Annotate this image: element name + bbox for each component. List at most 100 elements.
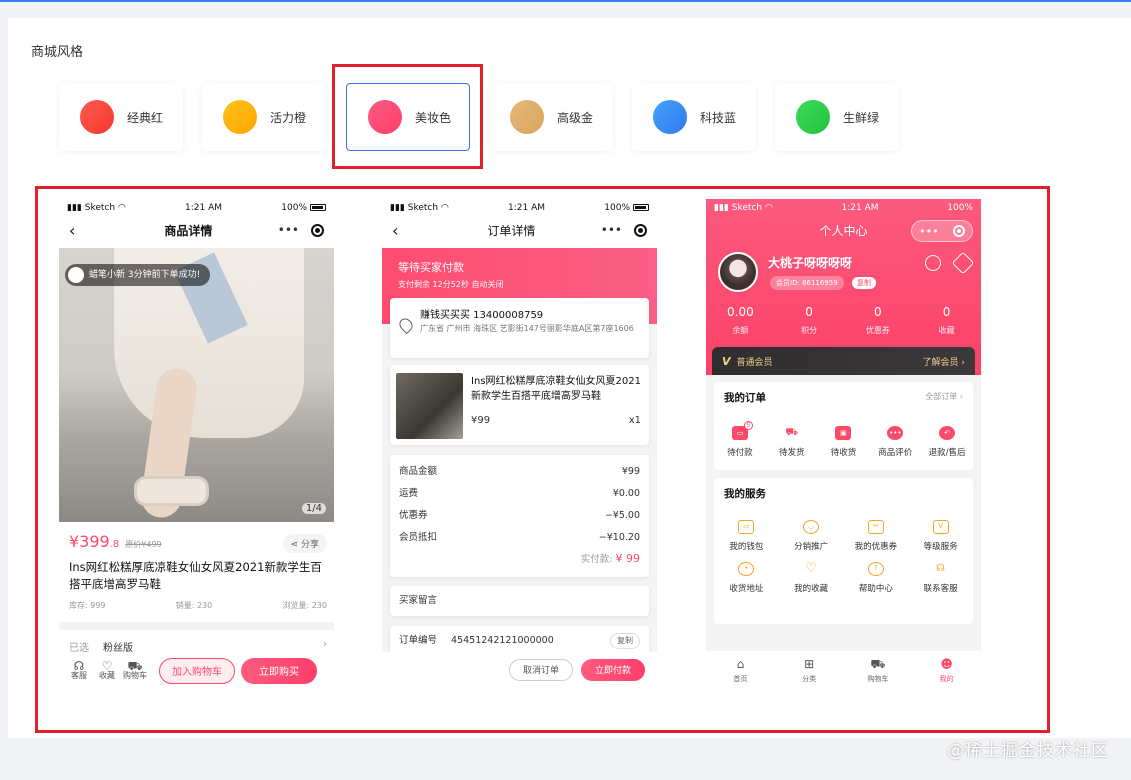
selected-label: 已选 bbox=[69, 643, 89, 654]
order-refund[interactable]: ↶ 退款/售后 bbox=[921, 426, 973, 458]
theme-option-vital-orange[interactable]: 活力橙 bbox=[202, 83, 326, 151]
nav-bar: ‹ 商品详情 ••• bbox=[59, 217, 334, 243]
more-dots-icon[interactable]: ••• bbox=[919, 225, 938, 238]
order-pending-payment[interactable]: ▭ 5 待付款 bbox=[714, 421, 766, 458]
divider bbox=[59, 622, 334, 630]
copy-button[interactable]: 复制 bbox=[610, 633, 640, 649]
theme-option-premium-gold[interactable]: 高级金 bbox=[489, 83, 613, 151]
share-button[interactable]: ⋖ 分享 bbox=[282, 534, 327, 553]
asset-balance[interactable]: 0.00 余额 bbox=[706, 305, 775, 336]
section-title: 商城风格 bbox=[31, 45, 84, 60]
wifi-icon: ◠ bbox=[440, 203, 449, 213]
favorite-button[interactable]: ♡ 收藏 bbox=[93, 660, 121, 681]
asset-points[interactable]: 0 积分 bbox=[775, 305, 844, 336]
order-status-title: 等待买家付款 bbox=[398, 261, 464, 274]
buy-now-button[interactable]: 立即购买 bbox=[241, 657, 317, 684]
buyer-address: 广东省 广州市 海珠区 艺影街147号丽影华庭A区第7座1606 bbox=[420, 324, 634, 333]
carrier: Sketch bbox=[407, 203, 439, 213]
spec-selector[interactable]: 已选 粉丝版 › bbox=[69, 639, 327, 654]
close-target-icon[interactable] bbox=[311, 223, 324, 237]
service-level[interactable]: V 等级服务 bbox=[908, 520, 973, 552]
total-label: 实付款: bbox=[580, 554, 616, 565]
asset-coupons[interactable]: 0 优惠券 bbox=[844, 305, 913, 336]
heart-icon: ♡ bbox=[805, 561, 817, 576]
avatar bbox=[68, 267, 84, 283]
service-wallet[interactable]: ▭ 我的钱包 bbox=[714, 520, 779, 552]
mini-program-capsule[interactable]: ••• bbox=[911, 220, 973, 242]
theme-option-classic-red[interactable]: 经典红 bbox=[59, 83, 183, 151]
service-label: 收货地址 bbox=[729, 584, 764, 594]
tab-label: 购物车 bbox=[867, 675, 889, 683]
address-card[interactable]: 赚钱买买买 13400008759 广东省 广州市 海珠区 艺影街147号丽影华… bbox=[390, 298, 649, 358]
price-main: ¥399 bbox=[69, 532, 110, 551]
service-label: 客服 bbox=[71, 670, 87, 680]
more-dots-icon[interactable]: ••• bbox=[601, 223, 622, 237]
add-to-cart-button[interactable]: 加入购物车 bbox=[159, 657, 235, 684]
theme-option-tech-blue[interactable]: 科技蓝 bbox=[632, 83, 756, 151]
pay-now-button[interactable]: 立即付款 bbox=[581, 658, 645, 681]
wallet-icon: ▭ 5 bbox=[731, 421, 753, 440]
vip-icon: V bbox=[722, 354, 731, 368]
buyer-message[interactable]: 买家留言 bbox=[390, 586, 649, 616]
bottom-action-bar: ☊ 客服 ♡ 收藏 ⛟ 购物车 加入购物车 立即购买 bbox=[59, 654, 334, 687]
product-image[interactable]: 蜡笔小新 3分钟前下单成功! 1/4 bbox=[59, 248, 334, 522]
color-swatch bbox=[80, 100, 114, 134]
order-pending-receipt[interactable]: ▣ 待收货 bbox=[818, 426, 870, 458]
settings-icon[interactable] bbox=[951, 251, 975, 275]
order-status-countdown: 支付剩余 12分52秒 自动关闭 bbox=[398, 280, 504, 289]
original-price: 原价¥499 bbox=[125, 540, 162, 549]
more-dots-icon[interactable]: ••• bbox=[278, 223, 299, 237]
image-pager: 1/4 bbox=[301, 503, 326, 514]
order-pending-shipment[interactable]: ⛟ 待发货 bbox=[766, 426, 818, 458]
service-favorites[interactable]: ♡ 我的收藏 bbox=[779, 561, 844, 595]
service-affiliate[interactable]: ◡ 分销推广 bbox=[779, 520, 844, 552]
highlight-frame-theme bbox=[332, 64, 483, 169]
vip-more-link[interactable]: 了解会员 › bbox=[923, 355, 965, 368]
status-time: 1:21 AM bbox=[841, 203, 879, 213]
tab-category[interactable]: ⊞ 分类 bbox=[775, 651, 844, 687]
asset-value: 0 bbox=[942, 305, 951, 319]
fee-summary: 商品金额 ¥99 运费 ¥0.00 优惠券 −¥5.00 会员抵扣 −¥10.20 实付… bbox=[390, 455, 649, 577]
avatar[interactable] bbox=[718, 252, 758, 292]
asset-label: 收藏 bbox=[938, 326, 955, 335]
asset-favorites[interactable]: 0 收藏 bbox=[912, 305, 981, 336]
asset-label: 积分 bbox=[801, 326, 818, 335]
service-button[interactable]: ☊ 客服 bbox=[65, 660, 93, 681]
close-target-icon[interactable] bbox=[634, 223, 647, 237]
service-address[interactable]: • 收货地址 bbox=[714, 562, 779, 594]
goods-card[interactable]: Ins网红松糕厚底凉鞋女仙女风夏2021新款学生百搭平底增高罗马鞋 ¥99 x1 bbox=[390, 365, 649, 445]
back-arrow-icon[interactable]: ‹ bbox=[69, 221, 99, 240]
vip-banner[interactable]: V 普通会员 了解会员 › bbox=[712, 347, 975, 375]
order-review[interactable]: ••• 商品评价 bbox=[869, 426, 921, 458]
tab-home[interactable]: ⌂ 首页 bbox=[706, 651, 775, 687]
back-arrow-icon[interactable]: ‹ bbox=[392, 221, 422, 240]
box-icon: ▣ bbox=[835, 426, 852, 440]
service-coupons[interactable]: ✂ 我的优惠券 bbox=[844, 520, 909, 552]
asset-value: 0 bbox=[805, 305, 813, 319]
cart-button[interactable]: ⛟ 购物车 bbox=[121, 660, 149, 681]
service-label: 等级服务 bbox=[923, 542, 958, 552]
all-orders-link[interactable]: 全部订单 › bbox=[925, 391, 963, 402]
watermark: @稀土掘金技术社区 bbox=[947, 741, 1109, 761]
message-icon[interactable] bbox=[925, 255, 941, 271]
service-help[interactable]: ? 帮助中心 bbox=[844, 562, 909, 594]
cancel-order-button[interactable]: 取消订单 bbox=[509, 658, 573, 681]
fee-row: 运费 ¥0.00 bbox=[399, 483, 640, 505]
views: 浏览量: 230 bbox=[282, 601, 327, 610]
tab-cart[interactable]: ⛟ 购物车 bbox=[844, 651, 913, 687]
service-contact[interactable]: ☊ 联系客服 bbox=[908, 562, 973, 594]
theme-option-fresh-green[interactable]: 生鲜绿 bbox=[775, 83, 899, 151]
order-actions: 取消订单 立即付款 bbox=[382, 652, 657, 687]
product-photo-shoe bbox=[134, 476, 209, 506]
tab-mine[interactable]: ☻ 我的 bbox=[912, 651, 981, 687]
close-target-icon[interactable] bbox=[952, 225, 965, 237]
service-label: 联系客服 bbox=[923, 584, 958, 594]
users-icon: ◡ bbox=[803, 520, 820, 534]
goods-title: Ins网红松糕厚底凉鞋女仙女风夏2021新款学生百搭平底增高罗马鞋 bbox=[471, 376, 641, 402]
service-label: 分销推广 bbox=[794, 542, 829, 552]
tab-bar: ⌂ 首页 ⊞ 分类 ⛟ 购物车 ☻ 我的 bbox=[706, 651, 981, 687]
sales: 销量: 230 bbox=[175, 601, 213, 610]
copy-id-button[interactable]: 复制 bbox=[852, 277, 876, 289]
service-label: 我的优惠券 bbox=[854, 542, 898, 552]
headset-icon: ☊ bbox=[936, 563, 946, 574]
